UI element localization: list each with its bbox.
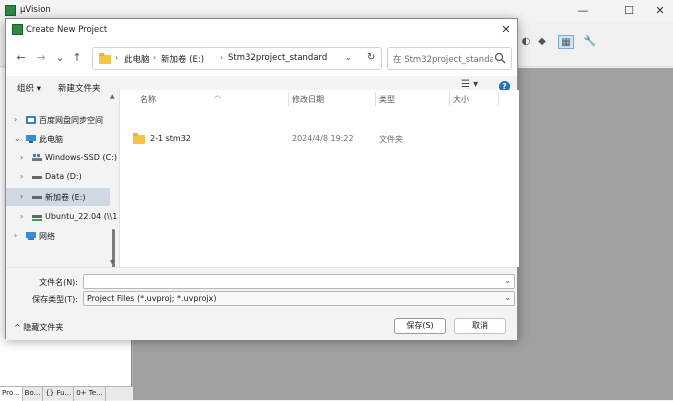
list-item[interactable]: 2-1 stm32 2024/4/8 19:22 文件夹 bbox=[120, 130, 519, 148]
chevron-down-icon[interactable]: ⌄ bbox=[504, 293, 511, 302]
column-header-modified[interactable]: 修改日期 bbox=[292, 94, 324, 105]
column-header-name[interactable]: 名称 bbox=[140, 94, 156, 105]
tab-project[interactable]: Pro... bbox=[0, 387, 23, 401]
up-arrow-icon[interactable]: ↑ bbox=[70, 51, 84, 65]
chevron-right-icon[interactable]: › bbox=[20, 192, 23, 201]
navigation-bar: ← → ⌄ ↑ › 此电脑 › 新加卷 (E:) › Stm32project_… bbox=[6, 41, 517, 76]
folder-icon bbox=[99, 53, 111, 64]
address-bar[interactable]: › 此电脑 › 新加卷 (E:) › Stm32project_standard… bbox=[92, 47, 382, 70]
tree-item-label: Data (D:) bbox=[45, 172, 82, 181]
drive-icon bbox=[32, 176, 42, 179]
uvision-logo-icon bbox=[12, 24, 23, 35]
file-list: ︿ 名称 修改日期 类型 大小 2-1 stm32 2024/4/8 19:22… bbox=[119, 90, 519, 267]
close-window-button[interactable]: ✕ bbox=[640, 2, 673, 19]
tree-item-baidu-sync[interactable]: › 百度网盘同步空间 bbox=[6, 111, 110, 129]
toolbar-tool-icon[interactable]: ◐ bbox=[518, 35, 534, 49]
sidebar-tabs: Pro... Bo... {} Fu... 0+ Te... bbox=[0, 386, 133, 401]
scroll-down-arrow-icon[interactable]: ▼ bbox=[110, 259, 115, 266]
chevron-right-icon[interactable]: › bbox=[14, 115, 17, 124]
file-name: 2-1 stm32 bbox=[150, 134, 191, 143]
column-divider[interactable] bbox=[498, 92, 499, 106]
chevron-up-icon: ^ bbox=[14, 323, 24, 332]
column-header-size[interactable]: 大小 bbox=[453, 94, 469, 105]
computer-icon bbox=[26, 135, 36, 143]
tree-item-label: Ubuntu_22.04 (\\1 bbox=[45, 212, 118, 221]
view-options-icon[interactable]: ☰ ▾ bbox=[461, 79, 478, 90]
back-arrow-icon[interactable]: ← bbox=[14, 51, 28, 65]
tree-item-drive-c[interactable]: › Windows-SSD (C:) bbox=[6, 149, 117, 167]
tree-item-drive-d[interactable]: › Data (D:) bbox=[6, 168, 110, 186]
filetype-label: 保存类型(T): bbox=[32, 295, 78, 304]
column-divider[interactable] bbox=[375, 92, 376, 106]
cloud-icon bbox=[26, 116, 36, 124]
dialog-title: Create New Project bbox=[26, 25, 108, 35]
windows-drive-icon bbox=[32, 154, 42, 161]
file-modified: 2024/4/8 19:22 bbox=[292, 134, 354, 143]
address-dropdown-chevron-icon[interactable]: ⌄ bbox=[345, 53, 352, 62]
sort-ascending-icon: ︿ bbox=[214, 91, 221, 99]
tree-item-label: 网络 bbox=[39, 232, 55, 241]
new-folder-button[interactable]: 新建文件夹 bbox=[58, 82, 101, 94]
dialog-close-button[interactable]: ✕ bbox=[497, 21, 515, 39]
tab-functions[interactable]: {} Fu... bbox=[43, 387, 75, 401]
cancel-button[interactable]: 取消 bbox=[454, 318, 506, 334]
breadcrumb-drive-e[interactable]: 新加卷 (E:) bbox=[161, 53, 204, 65]
navigation-pane: › 百度网盘同步空间 ⌄ 此电脑 › Windows-SSD (C:) › Da… bbox=[6, 99, 118, 266]
chevron-right-icon[interactable]: › bbox=[20, 153, 23, 162]
recent-locations-chevron-icon[interactable]: ⌄ bbox=[53, 51, 67, 65]
chevron-right-icon[interactable]: › bbox=[14, 231, 17, 240]
tree-item-label: Windows-SSD (C:) bbox=[45, 153, 117, 162]
toolbar-window-icon[interactable]: ▦ bbox=[558, 35, 574, 49]
tree-item-label: 此电脑 bbox=[39, 135, 63, 144]
chevron-down-icon[interactable]: ⌄ bbox=[504, 276, 511, 285]
search-placeholder: 在 Stm32project_standard... bbox=[393, 55, 493, 65]
tree-item-label: 百度网盘同步空间 bbox=[39, 116, 103, 125]
column-header-type[interactable]: 类型 bbox=[379, 94, 395, 105]
filetype-value: Project Files (*.uvproj; *.uvprojx) bbox=[87, 294, 217, 303]
chevron-right-icon: › bbox=[220, 53, 224, 62]
chevron-right-icon: › bbox=[153, 53, 157, 62]
app-title: µVision bbox=[20, 5, 51, 15]
file-type: 文件夹 bbox=[379, 135, 403, 144]
refresh-icon[interactable]: ↻ bbox=[367, 52, 375, 63]
filetype-select[interactable]: Project Files (*.uvproj; *.uvprojx) ⌄ bbox=[83, 291, 515, 306]
hide-folders-toggle[interactable]: ^ 隐藏文件夹 bbox=[14, 322, 63, 333]
save-fields: 文件名(N): ⌄ 保存类型(T): Project Files (*.uvpr… bbox=[6, 267, 517, 340]
chevron-right-icon: › bbox=[115, 53, 119, 62]
save-button[interactable]: 保存(S) bbox=[394, 318, 446, 334]
chevron-down-icon[interactable]: ⌄ bbox=[14, 134, 21, 143]
chevron-right-icon[interactable]: › bbox=[20, 212, 23, 221]
tab-templates[interactable]: 0+ Te... bbox=[74, 387, 106, 401]
minimize-button[interactable]: — bbox=[563, 2, 603, 19]
search-box[interactable]: 在 Stm32project_standard... bbox=[387, 47, 512, 70]
dialog-titlebar: Create New Project ✕ bbox=[6, 19, 517, 41]
tree-item-drive-e[interactable]: › 新加卷 (E:) bbox=[6, 188, 110, 206]
column-divider[interactable] bbox=[449, 92, 450, 106]
organize-menu[interactable]: 组织 ▾ bbox=[17, 82, 41, 94]
breadcrumb-project-folder[interactable]: Stm32project_standard bbox=[228, 53, 327, 63]
scroll-up-arrow-icon[interactable]: ▲ bbox=[110, 93, 115, 100]
tab-books[interactable]: Bo... bbox=[23, 387, 44, 401]
drive-icon bbox=[32, 196, 42, 199]
hide-folders-label: 隐藏文件夹 bbox=[23, 323, 64, 332]
folder-icon bbox=[133, 133, 145, 144]
network-icon bbox=[26, 232, 36, 240]
forward-arrow-icon[interactable]: → bbox=[34, 51, 48, 65]
filename-label: 文件名(N): bbox=[39, 278, 78, 287]
toolbar-wrench-icon[interactable]: 🔧 bbox=[582, 35, 598, 49]
network-drive-icon bbox=[32, 215, 42, 221]
breadcrumb-this-pc[interactable]: 此电脑 bbox=[124, 53, 150, 65]
tree-item-label: 新加卷 (E:) bbox=[45, 193, 86, 202]
chevron-right-icon[interactable]: › bbox=[20, 172, 23, 181]
search-icon bbox=[494, 52, 506, 64]
uvision-logo-icon bbox=[5, 5, 16, 16]
create-project-dialog: Create New Project ✕ ← → ⌄ ↑ › 此电脑 › 新加卷… bbox=[5, 18, 519, 340]
toolbar-settings-icon[interactable]: ◆ bbox=[534, 35, 550, 49]
filename-input[interactable]: ⌄ bbox=[83, 274, 515, 289]
tree-item-network[interactable]: › 网络 bbox=[6, 227, 110, 245]
tree-item-this-pc[interactable]: ⌄ 此电脑 bbox=[6, 130, 110, 148]
column-divider[interactable] bbox=[288, 92, 289, 106]
tree-item-ubuntu[interactable]: › Ubuntu_22.04 (\\1 bbox=[6, 208, 117, 226]
